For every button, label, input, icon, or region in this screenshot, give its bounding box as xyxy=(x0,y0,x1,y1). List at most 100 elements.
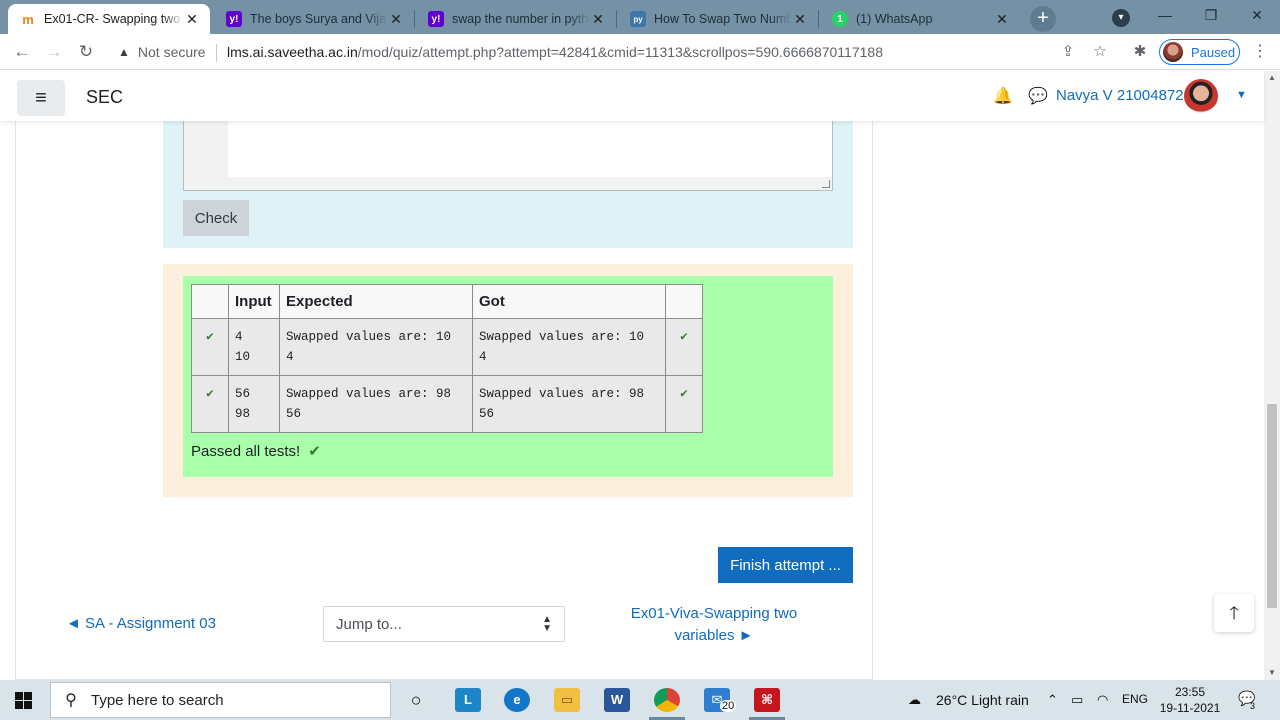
header-input: Input xyxy=(228,284,280,319)
yahoo-favicon-icon: y! xyxy=(226,11,242,27)
select-updown-icon: ▲ ▼ xyxy=(542,614,552,634)
browser-menu-icon[interactable]: ⋮ xyxy=(1252,42,1268,62)
user-menu-caret-icon[interactable]: ▼ xyxy=(1236,89,1247,101)
minimize-icon[interactable]: — xyxy=(1142,4,1188,28)
tab-close-icon[interactable]: ✕ xyxy=(388,11,404,28)
url-field[interactable]: lms.ai.saveetha.ac.in/mod/quiz/attempt.p… xyxy=(227,44,883,60)
taskbar-clock[interactable]: 23:55 19-11-2021 xyxy=(1158,684,1222,716)
jump-to-select[interactable]: Jump to... ▲ ▼ xyxy=(323,606,565,642)
resize-grip-icon[interactable] xyxy=(822,180,830,188)
tab-title: The boys Surya and Vijay xyxy=(250,12,388,26)
clock-date: 19-11-2021 xyxy=(1159,701,1221,715)
tab-close-icon[interactable]: ✕ xyxy=(792,11,808,28)
header-status xyxy=(191,284,229,319)
back-to-top-arrow-icon[interactable]: 🡑 xyxy=(1214,594,1254,632)
user-avatar[interactable] xyxy=(1184,79,1218,113)
test-results-table: Input Expected Got ✔ 4 10 Swapped values … xyxy=(191,284,703,433)
scrollbar-thumb[interactable] xyxy=(1267,404,1277,608)
profile-avatar-icon xyxy=(1163,42,1183,62)
page-scrollbar[interactable]: ▲ ▼ xyxy=(1264,71,1280,680)
notifications-bell-icon[interactable]: 🔔 xyxy=(993,88,1013,106)
tab-yahoo-swap[interactable]: y! swap the number in python ✕ xyxy=(416,4,616,34)
tab-title: swap the number in python xyxy=(452,12,590,26)
messages-chat-icon[interactable]: 💬 xyxy=(1028,88,1048,106)
tray-chevron-up-icon[interactable]: ⌃ xyxy=(1047,692,1058,708)
next-link-line: variables ► xyxy=(674,627,754,644)
tab-python-swap[interactable]: py How To Swap Two Numbers ✕ xyxy=(618,4,818,34)
input-line: 98 xyxy=(235,407,251,421)
tab-quiz-attempt[interactable]: m Ex01-CR- Swapping two variables ✕ xyxy=(8,4,210,34)
taskbar-search-box[interactable]: ⚲ Type here to search xyxy=(50,682,391,718)
tab-yahoo-boys[interactable]: y! The boys Surya and Vijay ✕ xyxy=(214,4,414,34)
reload-icon[interactable]: ↻ xyxy=(76,42,96,62)
tab-separator xyxy=(616,10,617,28)
battery-icon[interactable]: ▭ xyxy=(1071,692,1083,708)
tab-title: (1) WhatsApp xyxy=(856,12,933,26)
notification-count: 3 xyxy=(1250,701,1256,711)
tab-search-icon[interactable]: ▾ xyxy=(1112,9,1130,27)
chrome-icon[interactable] xyxy=(654,688,680,712)
tab-close-icon[interactable]: ✕ xyxy=(590,11,606,28)
bookmark-star-icon[interactable]: ☆ xyxy=(1091,43,1109,61)
url-host: lms.ai.saveetha.ac.in xyxy=(227,44,358,60)
file-explorer-icon[interactable]: ▭ xyxy=(554,688,580,712)
acrobat-icon[interactable]: ⌘ xyxy=(754,688,780,712)
word-icon[interactable]: W xyxy=(604,688,630,712)
code-editor-textarea[interactable] xyxy=(228,121,832,177)
security-label: Not secure xyxy=(137,44,206,60)
tab-close-icon[interactable]: ✕ xyxy=(994,11,1010,28)
restore-icon[interactable]: ❐ xyxy=(1188,4,1234,28)
browser-tab-bar: m Ex01-CR- Swapping two variables ✕ y! T… xyxy=(0,0,1280,34)
tab-close-icon[interactable]: ✕ xyxy=(184,11,200,28)
user-name[interactable]: Navya V 21004872 xyxy=(1056,87,1184,104)
cortana-icon[interactable]: ○ xyxy=(403,688,429,712)
finish-attempt-button[interactable]: Finish attempt ... xyxy=(718,547,853,583)
forward-arrow-icon[interactable]: → xyxy=(44,42,64,62)
python-favicon-icon: py xyxy=(630,11,646,27)
window-close-icon[interactable]: ✕ xyxy=(1234,4,1280,28)
cell-expected: Swapped values are: 10 4 xyxy=(279,318,473,376)
new-tab-button[interactable]: + xyxy=(1030,6,1056,32)
weather-icon[interactable]: ☁ xyxy=(908,692,921,708)
security-indicator[interactable]: ▲ Not secure xyxy=(118,44,206,60)
code-answer-editor[interactable] xyxy=(183,121,833,191)
check-button[interactable]: Check xyxy=(183,200,249,236)
next-activity-link[interactable]: Ex01-Viva-Swapping two variables ► xyxy=(614,603,814,647)
pass-check-icon: ✔ xyxy=(665,375,703,433)
tab-whatsapp[interactable]: 1 (1) WhatsApp ✕ xyxy=(820,4,1020,34)
drawer-toggle-hamburger-icon[interactable]: ≡ xyxy=(17,80,65,116)
taskbar-search-placeholder: Type here to search xyxy=(91,691,224,709)
back-arrow-icon[interactable]: ← xyxy=(12,42,32,62)
tab-separator xyxy=(818,10,819,28)
cell-got: Swapped values are: 98 56 xyxy=(472,375,666,433)
windows-start-icon[interactable] xyxy=(15,692,32,709)
input-line: 10 xyxy=(235,350,251,364)
header-got: Got xyxy=(472,284,666,319)
whatsapp-favicon-icon: 1 xyxy=(832,11,848,27)
header-expected: Expected xyxy=(279,284,473,319)
warning-icon: ▲ xyxy=(118,45,130,59)
language-indicator[interactable]: ENG xyxy=(1122,692,1148,706)
edge-icon[interactable]: e xyxy=(504,688,530,712)
windows-taskbar: ⚲ Type here to search ○ L e ▭ W ✉ 20 ⌘ ☁… xyxy=(0,680,1280,720)
address-bar: ← → ↻ ▲ Not secure lms.ai.saveetha.ac.in… xyxy=(0,34,1280,70)
profile-paused-button[interactable]: Paused xyxy=(1159,39,1240,65)
share-icon[interactable]: ⇪ xyxy=(1059,43,1077,61)
scroll-up-arrow-icon[interactable]: ▲ xyxy=(1264,71,1280,85)
table-row: ✔ 56 98 Swapped values are: 98 56 Swapped… xyxy=(191,375,703,433)
table-header-row: Input Expected Got xyxy=(191,284,703,319)
next-link-line: Ex01-Viva-Swapping two xyxy=(630,605,798,622)
weather-text[interactable]: 26°C Light rain xyxy=(936,692,1029,708)
test-results-panel: Input Expected Got ✔ 4 10 Swapped values … xyxy=(183,276,833,477)
site-brand[interactable]: SEC xyxy=(86,87,123,108)
pass-check-icon: ✔ xyxy=(665,318,703,376)
tab-title: How To Swap Two Numbers xyxy=(654,12,792,26)
question-formulation: Check xyxy=(163,121,853,248)
extensions-puzzle-icon[interactable]: ✱ xyxy=(1131,43,1149,61)
wifi-icon[interactable]: ◠ xyxy=(1097,692,1108,708)
app-l-icon[interactable]: L xyxy=(455,688,481,712)
url-path: /mod/quiz/attempt.php?attempt=42841&cmid… xyxy=(357,44,883,60)
scroll-down-arrow-icon[interactable]: ▼ xyxy=(1264,666,1280,680)
cell-input: 4 10 xyxy=(228,318,280,376)
previous-activity-link[interactable]: ◄ SA - Assignment 03 xyxy=(66,615,216,632)
